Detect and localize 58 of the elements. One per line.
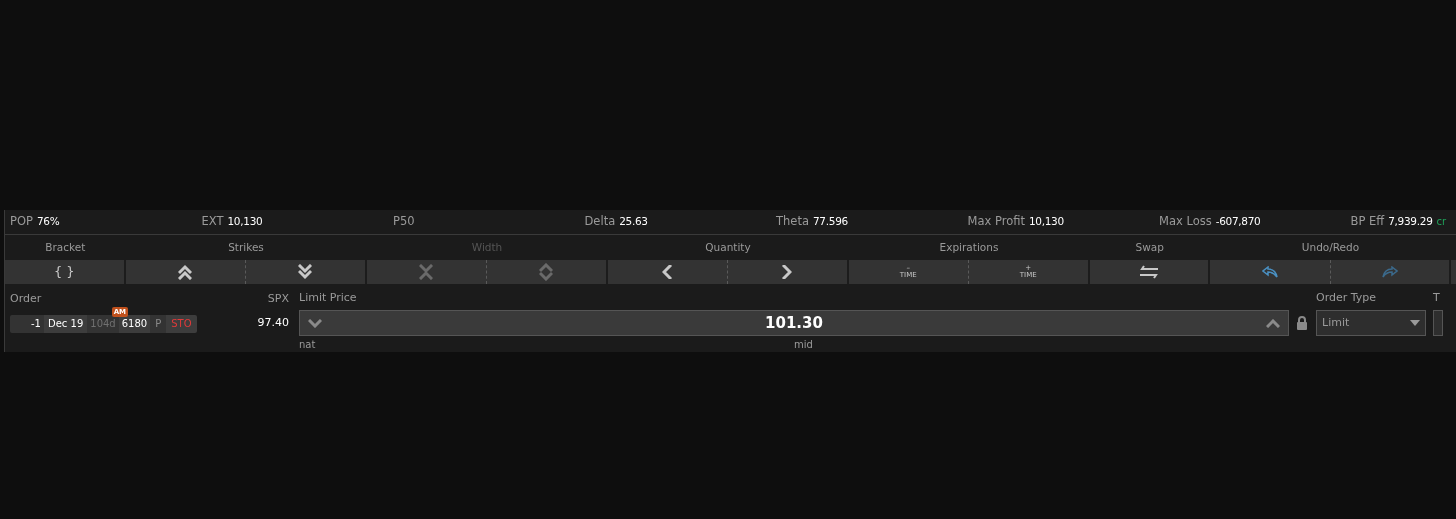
- order-type-label: Order Type: [1316, 291, 1378, 304]
- down-chevron-icon[interactable]: [308, 318, 322, 328]
- stat-label: POP: [10, 213, 33, 231]
- nat-hint: nat: [299, 339, 317, 351]
- leg-days: 104d: [87, 314, 119, 333]
- stat-value: 7,939.29: [1388, 214, 1433, 230]
- order-type-dropdown[interactable]: Limit: [1316, 310, 1426, 336]
- order-label: Order: [10, 291, 42, 307]
- leg-type: P: [150, 314, 167, 333]
- limit-price-field[interactable]: 101.30: [299, 310, 1289, 336]
- stat-value: 77.596: [812, 214, 848, 230]
- stat-value: 76%: [36, 214, 60, 230]
- stat-value: -607,870: [1215, 214, 1261, 230]
- toolbar-button[interactable]: [246, 260, 367, 284]
- toolbar-button[interactable]: [125, 260, 246, 284]
- leg-action: STO: [166, 314, 197, 333]
- stat-label: Delta: [584, 213, 616, 231]
- limit-price-label: Limit Price: [299, 291, 358, 304]
- group-label: Width: [471, 239, 503, 255]
- leg-price: 97.40: [257, 315, 289, 332]
- group-label: Bracket: [45, 239, 86, 255]
- undo-arrow-icon: [1261, 266, 1278, 278]
- double-up-chevron-icon: [178, 264, 193, 280]
- column-label: T: [1433, 291, 1441, 304]
- lock-icon[interactable]: [1296, 316, 1308, 330]
- converging-chevrons-icon: [419, 264, 434, 280]
- left-chevron-icon: [662, 265, 673, 279]
- mid-hint: mid: [794, 339, 813, 351]
- leg-quantity: -1: [10, 314, 44, 333]
- stat-value: 10,130: [1028, 214, 1064, 230]
- swap-arrows-icon: [1137, 265, 1160, 279]
- credit-suffix: cr: [1436, 215, 1447, 230]
- group-label: Swap: [1135, 239, 1164, 255]
- stat-label: EXT: [201, 213, 224, 231]
- stat-label: BP Eff: [1350, 213, 1385, 231]
- group-label: Strikes: [228, 239, 264, 255]
- diverging-chevrons-icon: [539, 263, 554, 281]
- limit-price-value: 101.30: [765, 312, 823, 334]
- cut-field[interactable]: [1433, 310, 1443, 336]
- toolbar-button[interactable]: [1089, 260, 1210, 284]
- leg-expiration: Dec 19: [44, 314, 88, 333]
- leg-strike: 6180: [120, 316, 149, 331]
- stat-label: Max Loss: [1159, 213, 1212, 231]
- stat-value: 10,130: [227, 214, 263, 230]
- stat-label: Theta: [776, 213, 809, 231]
- double-down-chevron-icon: [298, 264, 313, 280]
- stat-label: Max Profit: [967, 213, 1025, 231]
- redo-arrow-icon: [1381, 266, 1398, 278]
- group-label: Quantity: [705, 239, 751, 255]
- stat-value: 25.63: [619, 214, 648, 230]
- toolbar-button[interactable]: { }: [5, 260, 126, 284]
- underlying-symbol: SPX: [267, 291, 289, 307]
- right-chevron-icon: [782, 265, 793, 279]
- up-chevron-icon[interactable]: [1266, 318, 1280, 328]
- group-label: Expirations: [939, 239, 999, 255]
- group-label: Undo/Redo: [1301, 239, 1360, 255]
- dropdown-caret-icon: [1410, 320, 1420, 326]
- stat-label: P50: [393, 213, 415, 231]
